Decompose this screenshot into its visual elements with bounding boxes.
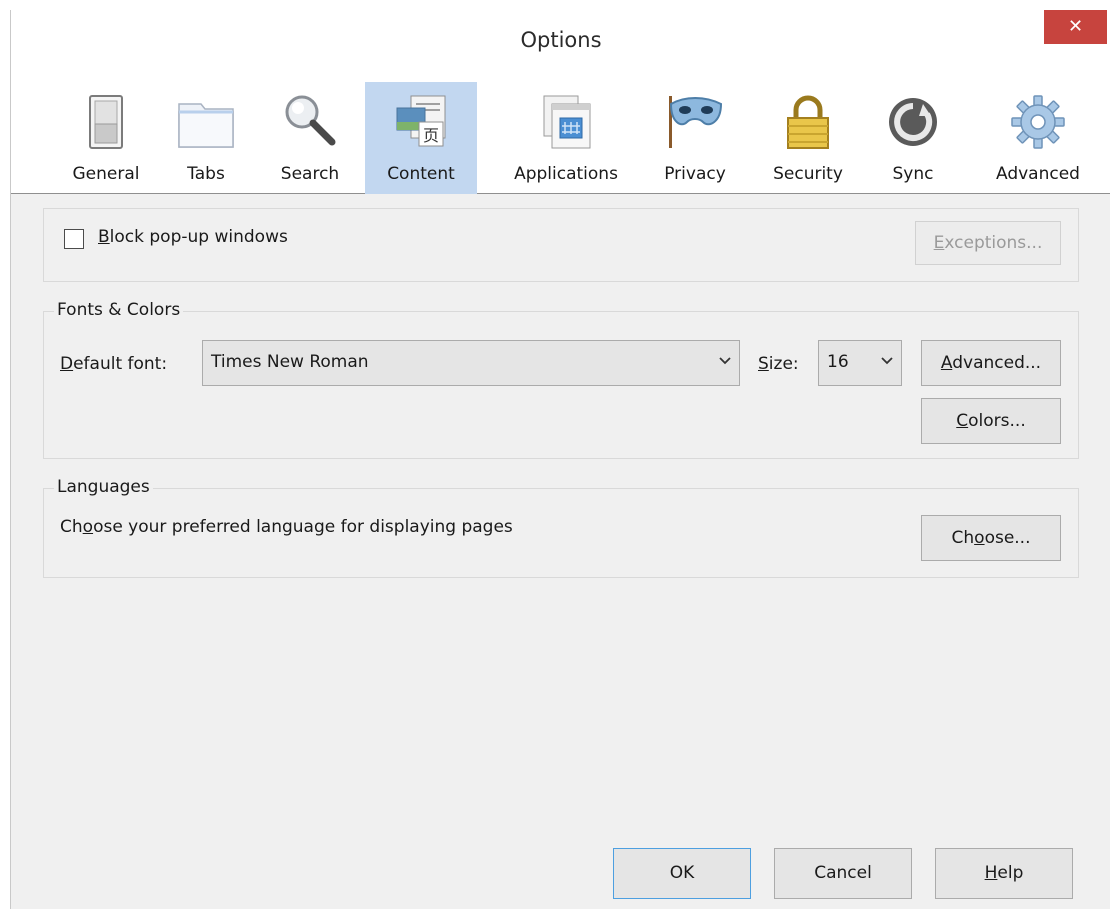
fonts-colors-group: Fonts & Colors Default font: Times New R… [43, 300, 1079, 459]
language-description: Choose your preferred language for displ… [60, 517, 513, 537]
chevron-down-icon [881, 357, 893, 365]
svg-text:页: 页 [423, 126, 439, 145]
tab-label: Content [387, 164, 455, 184]
block-popups-checkbox[interactable] [64, 229, 84, 249]
default-font-select[interactable]: Times New Roman [202, 340, 740, 386]
category-toolbar: General Tabs Search 页 Content Applicatio… [11, 72, 1110, 194]
tab-sync[interactable]: Sync [877, 82, 949, 194]
tab-label: Search [280, 164, 340, 184]
tab-label: Advanced [996, 164, 1080, 184]
tab-advanced[interactable]: Advanced [981, 82, 1095, 194]
exceptions-button[interactable]: Exceptions... [915, 221, 1061, 265]
applications-window-icon [543, 95, 591, 149]
content-pages-icon: 页 [396, 95, 446, 147]
tab-applications[interactable]: Applications [501, 82, 631, 194]
tab-label: Sync [892, 164, 934, 184]
languages-legend: Languages [54, 477, 153, 497]
mask-icon [669, 96, 723, 148]
tab-label: Applications [514, 164, 618, 184]
font-size-select[interactable]: 16 [818, 340, 902, 386]
tab-label: Security [773, 164, 843, 184]
padlock-icon [787, 95, 829, 149]
fonts-colors-legend: Fonts & Colors [54, 300, 184, 320]
cancel-button[interactable]: Cancel [774, 848, 912, 899]
default-font-label: Default font: [60, 354, 168, 374]
magnifier-icon [285, 95, 336, 146]
tab-label: Privacy [664, 164, 726, 184]
block-popups-label[interactable]: Block pop-up windows [98, 227, 288, 247]
languages-group: Languages Choose your preferred language… [43, 477, 1079, 578]
choose-language-button[interactable]: Choose... [921, 515, 1061, 561]
tab-general[interactable]: General [67, 82, 145, 194]
tab-tabs[interactable]: Tabs [171, 82, 241, 194]
window-title: Options [520, 28, 602, 52]
help-button[interactable]: Help [935, 848, 1073, 899]
tab-label: Tabs [187, 164, 225, 184]
default-font-value: Times New Roman [211, 352, 369, 372]
tab-security[interactable]: Security [759, 82, 857, 194]
fonts-advanced-button[interactable]: Advanced... [921, 340, 1061, 386]
tab-search[interactable]: Search [269, 82, 351, 194]
ok-button[interactable]: OK [613, 848, 751, 899]
sync-icon [889, 98, 937, 146]
colors-button[interactable]: Colors... [921, 398, 1061, 444]
size-label: Size: [758, 354, 799, 374]
switch-icon [89, 95, 123, 149]
font-size-value: 16 [827, 352, 849, 372]
tab-privacy[interactable]: Privacy [655, 82, 735, 194]
tab-label: General [72, 164, 140, 184]
close-button[interactable]: ✕ [1044, 10, 1107, 44]
tab-content[interactable]: 页 Content [365, 82, 477, 194]
chevron-down-icon [719, 357, 731, 365]
title-bar: Options ✕ [11, 10, 1110, 72]
gear-icon [1011, 95, 1065, 149]
close-icon: ✕ [1067, 16, 1084, 37]
folder-tabs-icon [178, 103, 234, 148]
options-dialog: Options ✕ General Tabs Search 页 Content … [10, 10, 1110, 909]
popup-group: Block pop-up windows Exceptions... [43, 208, 1079, 282]
